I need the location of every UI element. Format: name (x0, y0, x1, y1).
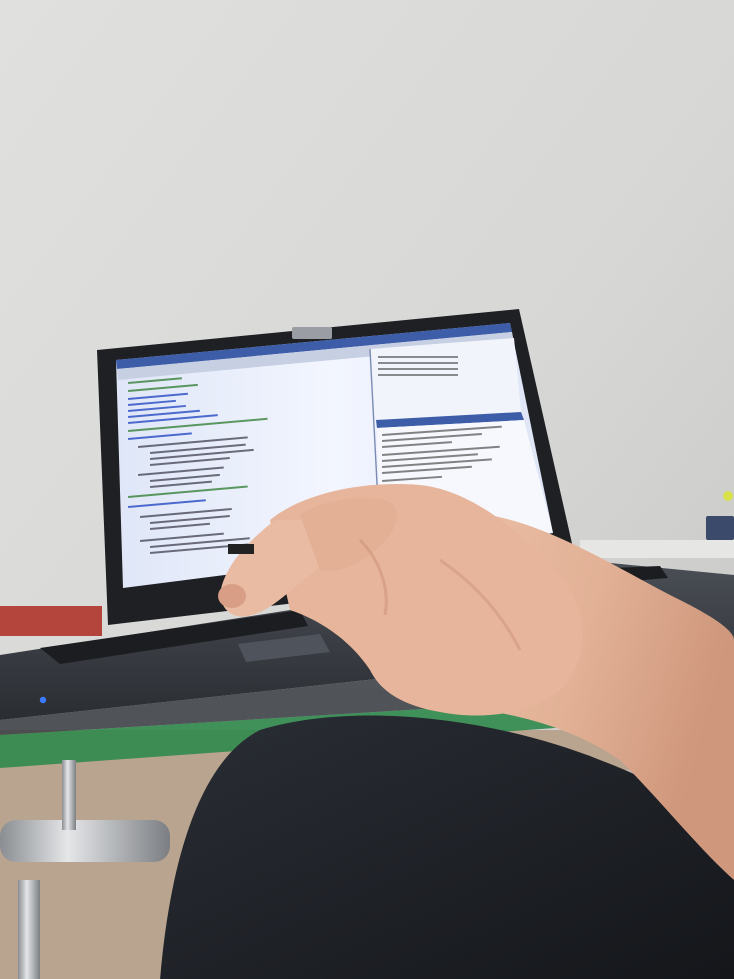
power-led (39, 696, 47, 704)
photo-scene (0, 0, 734, 979)
desk-papers (580, 540, 734, 558)
desk-object-right (706, 516, 734, 540)
fingertip (218, 584, 246, 608)
chair-armrest (0, 820, 170, 862)
laptop-sticker (228, 544, 254, 554)
webcam (292, 327, 332, 339)
workspace-pane (370, 338, 521, 420)
desk-object-yellow (723, 491, 733, 501)
scene-svg (0, 0, 734, 979)
desk-leg (62, 760, 76, 830)
chair-leg (18, 880, 40, 979)
desk-object-red (0, 606, 102, 636)
